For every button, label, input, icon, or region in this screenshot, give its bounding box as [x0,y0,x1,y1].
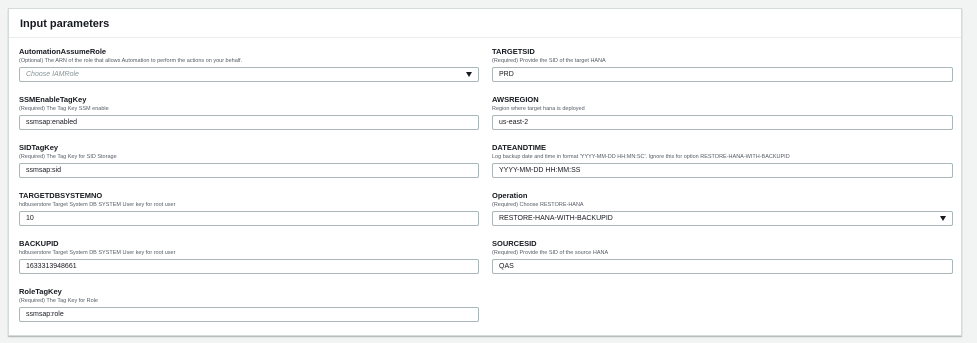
panel-title: Input parameters [20,18,110,30]
aws-region-input[interactable]: us-east-2 [492,115,953,130]
field-role-tag-key: RoleTagKey (Required) The Tag Key for Ro… [19,287,479,335]
input-value: us-east-2 [499,119,529,126]
field-label: SIDTagKey [19,143,59,152]
ssm-enable-tag-key-input[interactable]: ssmsap:enabled [19,115,479,130]
target-sid-input[interactable]: PRD [492,67,953,82]
field-automation-assume-role: AutomationAssumeRole (Optional) The ARN … [19,47,479,95]
date-and-time-input[interactable]: YYYY-MM-DD HH:MM:SS [492,163,953,178]
select-value: RESTORE-HANA-WITH-BACKUPID [499,215,613,222]
caret-down-icon [940,216,946,221]
field-label: SSMEnableTagKey [19,95,87,104]
operation-select[interactable]: RESTORE-HANA-WITH-BACKUPID [492,211,953,226]
field-target-db-system-no: TARGETDBSYSTEMNO hdbuserstore Target Sys… [19,191,479,239]
field-description: Region where target hana is deployed [492,106,585,112]
automation-assume-role-select[interactable]: Choose IAMRole [19,67,479,82]
field-label: RoleTagKey [19,287,62,296]
field-description: (Required) Choose RESTORE-HANA [492,202,584,208]
field-label: TARGETDBSYSTEMNO [19,191,103,200]
field-source-sid: SOURCESID (Required) Provide the SID of … [492,239,953,287]
field-backup-id: BACKUPID hdbuserstore Target System DB S… [19,239,479,287]
parameter-columns: AutomationAssumeRole (Optional) The ARN … [19,47,953,335]
field-label: Operation [492,191,528,200]
field-label: AWSREGION [492,95,539,104]
field-target-sid: TARGETSID (Required) Provide the SID of … [492,47,953,95]
input-value: 10 [26,215,34,222]
input-parameters-panel: Input parameters AutomationAssumeRole (O… [8,8,962,336]
field-label: BACKUPID [19,239,59,248]
field-description: (Optional) The ARN of the role that allo… [19,58,243,64]
field-label: SOURCESID [492,239,537,248]
field-ssm-enable-tag-key: SSMEnableTagKey (Required) The Tag Key S… [19,95,479,143]
select-placeholder: Choose IAMRole [26,71,79,78]
field-description: (Required) The Tag Key SSM enable [19,106,109,112]
field-aws-region: AWSREGION Region where target hana is de… [492,95,953,143]
target-db-system-no-input[interactable]: 10 [19,211,479,226]
input-value: ssmsap:enabled [26,119,77,126]
field-description: (Required) The Tag Key for SID Storage [19,154,117,160]
left-column: AutomationAssumeRole (Optional) The ARN … [19,47,479,335]
caret-down-icon [466,72,472,77]
source-sid-input[interactable]: QAS [492,259,953,274]
input-value: QAS [499,263,514,270]
input-value: YYYY-MM-DD HH:MM:SS [499,167,581,174]
field-description: hdbuserstore Target System DB SYSTEM Use… [19,202,176,208]
field-label: TARGETSID [492,47,535,56]
right-column: TARGETSID (Required) Provide the SID of … [492,47,953,335]
field-label: DATEANDTIME [492,143,547,152]
input-value: PRD [499,71,514,78]
field-description: (Required) The Tag Key for Role [19,298,98,304]
role-tag-key-input[interactable]: ssmsap:role [19,307,479,322]
field-description: (Required) Provide the SID of the target… [492,58,606,64]
panel-header: Input parameters [9,9,961,38]
sid-tag-key-input[interactable]: ssmsap:sid [19,163,479,178]
field-description: Log backup date and time in format 'YYYY… [492,154,790,160]
field-sid-tag-key: SIDTagKey (Required) The Tag Key for SID… [19,143,479,191]
field-description: (Required) Provide the SID of the source… [492,250,609,256]
field-description: hdbuserstore Target System DB SYSTEM Use… [19,250,176,256]
input-value: 1633313948661 [26,263,77,270]
field-label: AutomationAssumeRole [19,47,107,56]
field-operation: Operation (Required) Choose RESTORE-HANA… [492,191,953,239]
backup-id-input[interactable]: 1633313948661 [19,259,479,274]
input-value: ssmsap:sid [26,167,62,174]
input-value: ssmsap:role [26,311,64,318]
field-date-and-time: DATEANDTIME Log backup date and time in … [492,143,953,191]
